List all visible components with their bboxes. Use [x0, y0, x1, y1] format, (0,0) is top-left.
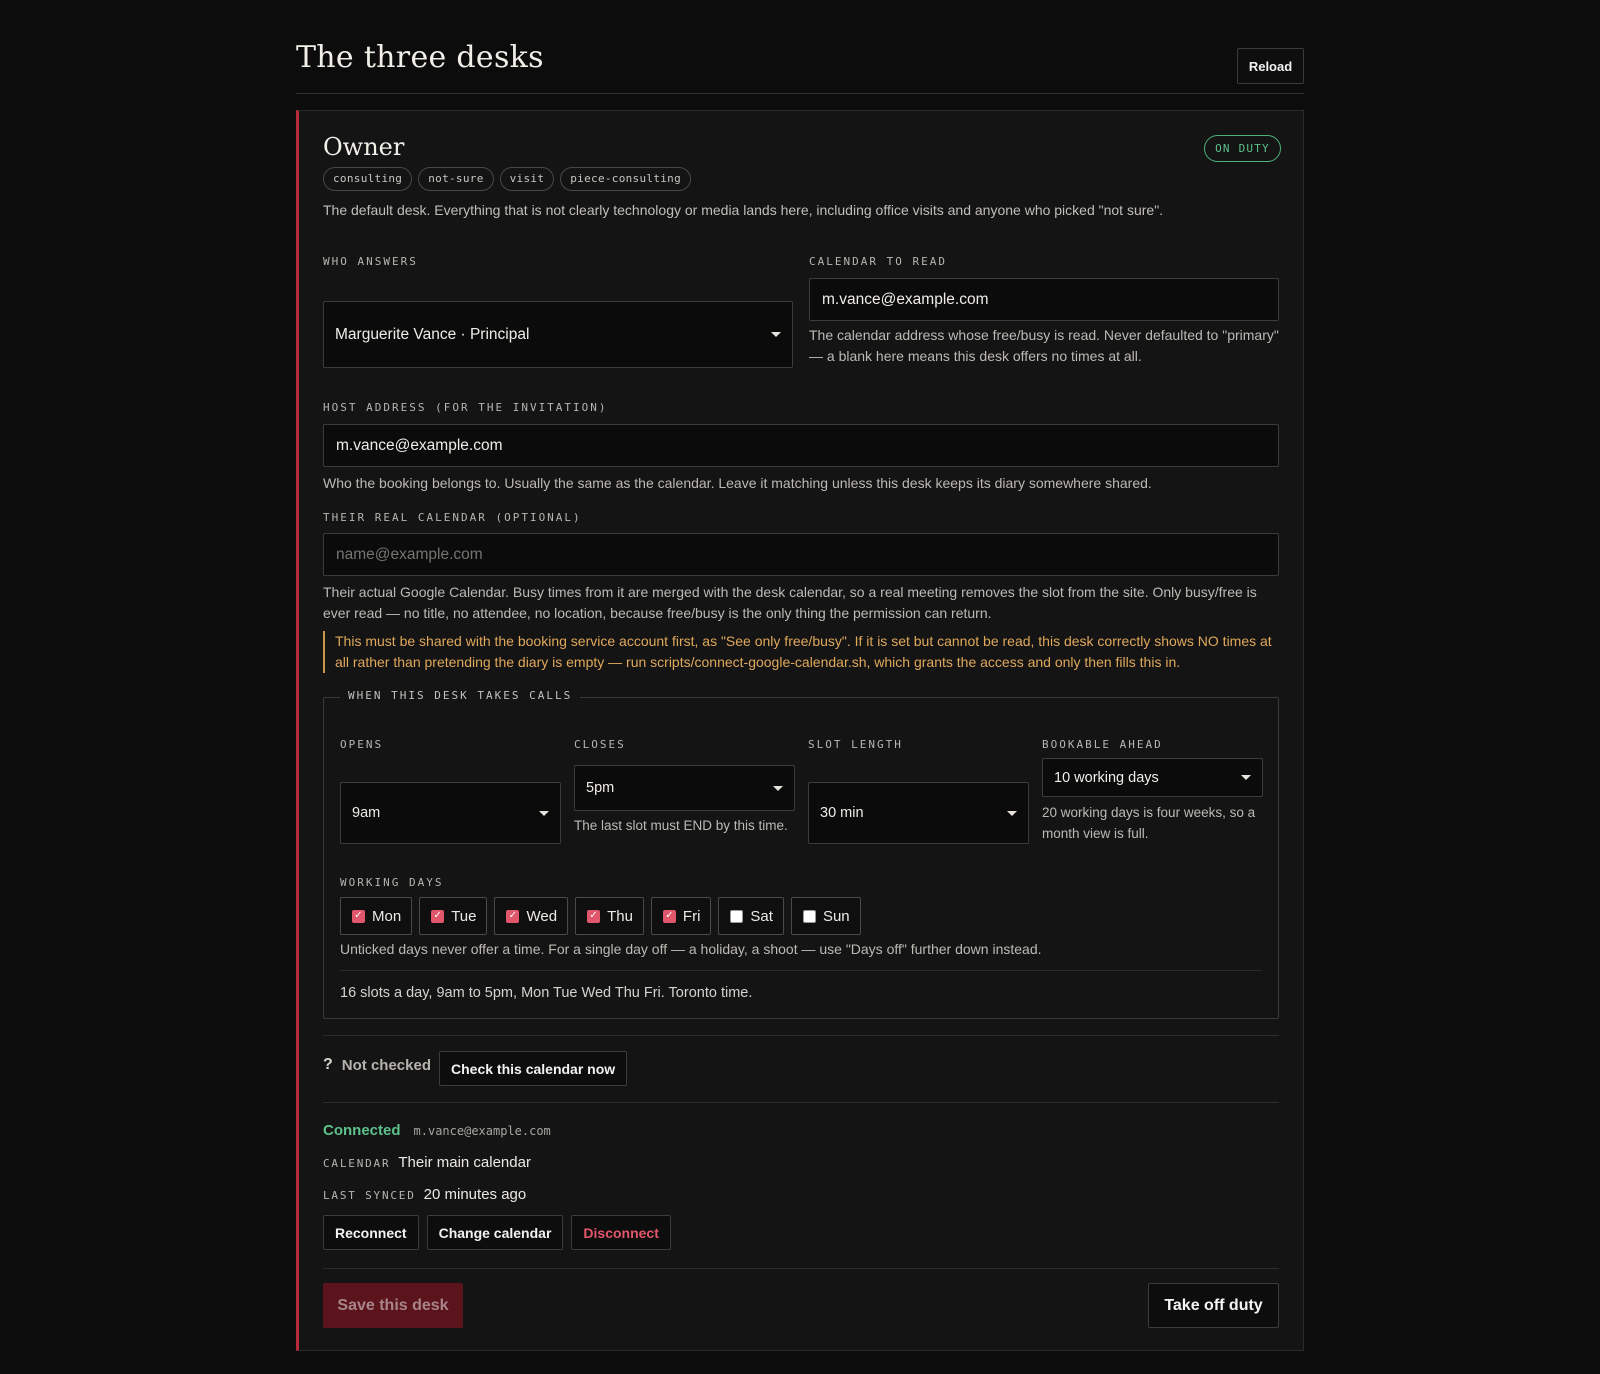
checkbox-empty-icon[interactable] — [730, 909, 744, 923]
day-label: Tue — [451, 907, 477, 925]
connected-email: m.vance@example.com — [413, 1124, 551, 1138]
day-toggle-thu[interactable]: ✓ Thu — [575, 897, 644, 935]
tag-list: consulting not-sure visit piece-consulti… — [323, 167, 692, 191]
status-badge: ON DUTY — [1204, 135, 1281, 162]
connection-status: Connected m.vance@example.com — [323, 1122, 551, 1139]
opens-value: 9am — [352, 805, 381, 821]
closes-value: 5pm — [586, 780, 615, 796]
reconnect-button[interactable]: Reconnect — [323, 1215, 419, 1250]
slot-length-label: SLOT LENGTH — [808, 738, 903, 751]
checkbox-checked-icon[interactable]: ✓ — [506, 909, 520, 923]
tag: piece-consulting — [560, 167, 692, 191]
slot-length-value: 30 min — [820, 805, 864, 821]
section-divider — [323, 1035, 1279, 1036]
check-status-text: Not checked — [341, 1056, 431, 1074]
chevron-down-icon — [1241, 775, 1251, 780]
day-toggle-mon[interactable]: ✓ Mon — [340, 897, 413, 935]
host-address-help: Who the booking belongs to. Usually the … — [323, 475, 1152, 491]
hours-divider — [340, 970, 1262, 971]
tag: not-sure — [418, 167, 494, 191]
bookable-ahead-help: 20 working days is four weeks, so a mont… — [1042, 805, 1256, 841]
disconnect-button[interactable]: Disconnect — [571, 1215, 671, 1250]
day-label: Thu — [607, 907, 633, 925]
tag: visit — [499, 167, 555, 191]
slot-length-select[interactable]: 30 min — [808, 782, 1029, 844]
reload-button[interactable]: Reload — [1237, 48, 1304, 84]
closes-select[interactable]: 5pm — [574, 765, 795, 811]
question-icon: ? — [323, 1056, 333, 1073]
tag: consulting — [323, 167, 413, 191]
page-title: The three desks — [296, 40, 544, 75]
chevron-down-icon — [771, 332, 781, 337]
who-answers-value: Marguerite Vance · Principal — [335, 325, 530, 343]
bookable-ahead-value: 10 working days — [1054, 769, 1159, 786]
real-calendar-help: Their actual Google Calendar. Busy times… — [323, 584, 1257, 621]
section-divider — [323, 1102, 1279, 1103]
day-toggle-sun[interactable]: Sun — [790, 897, 861, 935]
who-answers-label: WHO ANSWERS — [323, 255, 418, 268]
hours-summary: 16 slots a day, 9am to 5pm, Mon Tue Wed … — [340, 985, 753, 1001]
day-label: Sun — [822, 907, 850, 925]
synced-value: 20 minutes ago — [423, 1186, 527, 1203]
day-toggle-tue[interactable]: ✓ Tue — [419, 897, 488, 935]
section-divider — [323, 1268, 1279, 1269]
who-answers-select[interactable]: Marguerite Vance · Principal — [323, 301, 793, 368]
real-calendar-placeholder: name@example.com — [336, 545, 483, 563]
calendar-row: CALENDAR Their main calendar — [323, 1154, 531, 1171]
connected-label: Connected — [323, 1122, 401, 1139]
day-toggle-sat[interactable]: Sat — [718, 897, 784, 935]
opens-label: OPENS — [340, 738, 384, 751]
change-calendar-button[interactable]: Change calendar — [426, 1215, 564, 1250]
connection-actions: Reconnect Change calendar Disconnect — [323, 1215, 671, 1250]
checkbox-checked-icon[interactable]: ✓ — [662, 909, 676, 923]
closes-help: The last slot must END by this time. — [574, 818, 788, 833]
title-divider — [296, 93, 1304, 94]
host-address-label: HOST ADDRESS (FOR THE INVITATION) — [323, 401, 608, 414]
chevron-down-icon — [1007, 810, 1017, 816]
day-label: Fri — [682, 907, 701, 925]
working-days-help: Unticked days never offer a time. For a … — [340, 941, 1042, 957]
desk-card: Owner ON DUTY consulting not-sure visit … — [296, 110, 1304, 1351]
day-label: Wed — [526, 907, 558, 925]
checkbox-checked-icon[interactable]: ✓ — [352, 909, 365, 923]
checkbox-checked-icon[interactable]: ✓ — [431, 909, 445, 923]
bookable-ahead-select[interactable]: 10 working days — [1042, 758, 1263, 797]
synced-label: LAST SYNCED — [323, 1189, 416, 1202]
day-label: Mon — [372, 907, 402, 925]
checkbox-empty-icon[interactable] — [802, 909, 816, 923]
host-address-input[interactable]: m.vance@example.com — [323, 424, 1279, 467]
host-address-value: m.vance@example.com — [336, 436, 503, 454]
calendar-value: Their main calendar — [398, 1154, 531, 1171]
checkbox-checked-icon[interactable]: ✓ — [587, 909, 601, 923]
take-off-duty-button[interactable]: Take off duty — [1148, 1283, 1279, 1328]
hours-legend: WHEN THIS DESK TAKES CALLS — [340, 689, 581, 702]
hours-fieldset: WHEN THIS DESK TAKES CALLS OPENS 9am CLO… — [323, 689, 1279, 1019]
desk-name: Owner — [323, 133, 405, 161]
day-toggle-wed[interactable]: ✓ Wed — [494, 897, 569, 935]
day-toggle-fri[interactable]: ✓ Fri — [650, 897, 712, 935]
chevron-down-icon — [773, 785, 783, 791]
calendar-label: CALENDAR — [323, 1157, 391, 1170]
check-calendar-button[interactable]: Check this calendar now — [439, 1051, 628, 1086]
day-label: Sat — [750, 907, 773, 925]
opens-select[interactable]: 9am — [340, 782, 561, 844]
calendar-to-read-help: The calendar address whose free/busy is … — [809, 327, 1279, 364]
real-calendar-input[interactable]: name@example.com — [323, 533, 1279, 576]
real-calendar-warning: This must be shared with the booking ser… — [323, 631, 1279, 673]
working-days-label: WORKING DAYS — [340, 876, 444, 889]
bookable-ahead-label: BOOKABLE AHEAD — [1042, 738, 1163, 751]
calendar-to-read-label: CALENDAR TO READ — [809, 255, 947, 268]
closes-label: CLOSES — [574, 738, 626, 751]
check-status: ? Not checked — [323, 1056, 431, 1074]
working-days-group: ✓ Mon ✓ Tue ✓ Wed ✓ Thu ✓ Fri Sat Sun — [340, 897, 861, 935]
real-calendar-label: THEIR REAL CALENDAR (OPTIONAL) — [323, 511, 582, 524]
calendar-to-read-value: m.vance@example.com — [822, 290, 989, 308]
desk-description: The default desk. Everything that is not… — [323, 202, 1164, 218]
save-desk-button[interactable]: Save this desk — [323, 1283, 463, 1328]
chevron-down-icon — [539, 810, 549, 816]
calendar-to-read-input[interactable]: m.vance@example.com — [809, 278, 1279, 321]
synced-row: LAST SYNCED 20 minutes ago — [323, 1186, 526, 1203]
